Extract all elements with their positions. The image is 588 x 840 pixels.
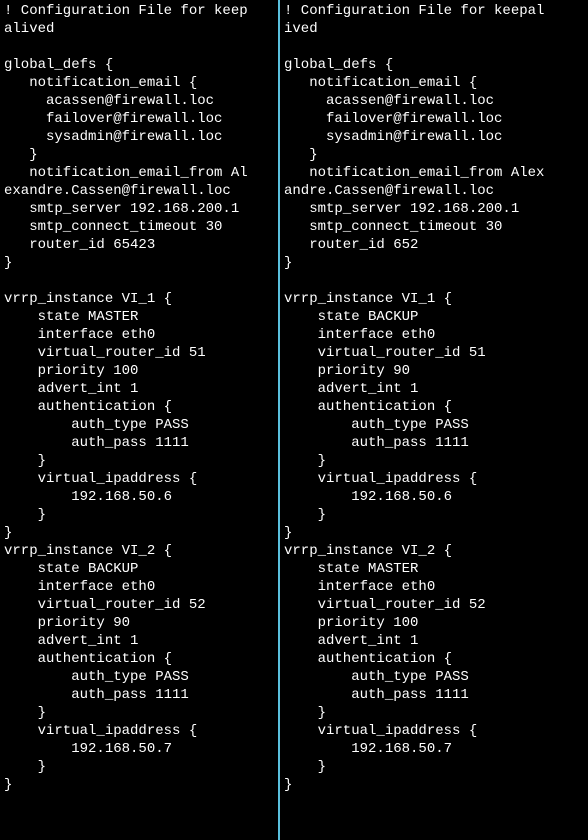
code-line: authentication { — [4, 650, 274, 668]
code-line: alived — [4, 20, 274, 38]
code-line: virtual_router_id 52 — [4, 596, 274, 614]
code-line: virtual_ipaddress { — [4, 722, 274, 740]
code-line: authentication { — [4, 398, 274, 416]
code-line: auth_type PASS — [4, 668, 274, 686]
code-line: } — [4, 452, 274, 470]
code-line: acassen@firewall.loc — [284, 92, 582, 110]
code-line: auth_pass 1111 — [4, 434, 274, 452]
code-line: failover@firewall.loc — [284, 110, 582, 128]
code-line: virtual_ipaddress { — [284, 470, 582, 488]
code-line: state MASTER — [284, 560, 582, 578]
code-line: virtual_router_id 51 — [4, 344, 274, 362]
code-line: interface eth0 — [4, 326, 274, 344]
code-line: authentication { — [284, 398, 582, 416]
code-line: vrrp_instance VI_2 { — [284, 542, 582, 560]
code-line: global_defs { — [284, 56, 582, 74]
code-line: auth_type PASS — [284, 668, 582, 686]
code-line: 192.168.50.6 — [4, 488, 274, 506]
code-line: vrrp_instance VI_1 { — [284, 290, 582, 308]
code-line: notification_email_from Alex — [284, 164, 582, 182]
code-line: } — [284, 254, 582, 272]
code-line: smtp_server 192.168.200.1 — [4, 200, 274, 218]
code-line: virtual_ipaddress { — [284, 722, 582, 740]
code-line: ived — [284, 20, 582, 38]
code-line: notification_email { — [4, 74, 274, 92]
code-line: authentication { — [284, 650, 582, 668]
code-line: state BACKUP — [284, 308, 582, 326]
code-line: ! Configuration File for keepal — [284, 2, 582, 20]
code-line: } — [4, 776, 274, 794]
code-line — [284, 272, 582, 290]
code-line: } — [284, 758, 582, 776]
code-line — [4, 272, 274, 290]
code-line: } — [4, 146, 274, 164]
code-line: priority 90 — [4, 614, 274, 632]
code-line: priority 100 — [284, 614, 582, 632]
code-line: auth_pass 1111 — [284, 434, 582, 452]
code-line: auth_type PASS — [4, 416, 274, 434]
code-line: } — [284, 146, 582, 164]
code-line: advert_int 1 — [4, 632, 274, 650]
code-line: 192.168.50.6 — [284, 488, 582, 506]
code-line: auth_pass 1111 — [4, 686, 274, 704]
code-line: } — [284, 506, 582, 524]
code-line: priority 90 — [284, 362, 582, 380]
diff-split-view: ! Configuration File for keepalived globa… — [0, 0, 588, 840]
code-line: advert_int 1 — [4, 380, 274, 398]
code-line: router_id 65423 — [4, 236, 274, 254]
code-line: interface eth0 — [284, 578, 582, 596]
code-line: state BACKUP — [4, 560, 274, 578]
code-line: router_id 652 — [284, 236, 582, 254]
code-line: sysadmin@firewall.loc — [4, 128, 274, 146]
code-line — [284, 38, 582, 56]
code-line: 192.168.50.7 — [4, 740, 274, 758]
code-line: virtual_router_id 51 — [284, 344, 582, 362]
code-line: advert_int 1 — [284, 632, 582, 650]
code-line: } — [284, 524, 582, 542]
code-line: failover@firewall.loc — [4, 110, 274, 128]
code-line: } — [4, 704, 274, 722]
code-line: sysadmin@firewall.loc — [284, 128, 582, 146]
code-line: } — [4, 758, 274, 776]
code-line: exandre.Cassen@firewall.loc — [4, 182, 274, 200]
right-config-pane[interactable]: ! Configuration File for keepalived globa… — [280, 0, 586, 840]
code-line: } — [4, 254, 274, 272]
code-line: acassen@firewall.loc — [4, 92, 274, 110]
code-line: vrrp_instance VI_2 { — [4, 542, 274, 560]
code-line: notification_email_from Al — [4, 164, 274, 182]
code-line: virtual_router_id 52 — [284, 596, 582, 614]
code-line: } — [4, 524, 274, 542]
code-line: ! Configuration File for keep — [4, 2, 274, 20]
code-line: global_defs { — [4, 56, 274, 74]
code-line: } — [284, 704, 582, 722]
code-line: auth_pass 1111 — [284, 686, 582, 704]
code-line: smtp_server 192.168.200.1 — [284, 200, 582, 218]
code-line: interface eth0 — [4, 578, 274, 596]
code-line: } — [284, 776, 582, 794]
code-line: 192.168.50.7 — [284, 740, 582, 758]
code-line: interface eth0 — [284, 326, 582, 344]
code-line: virtual_ipaddress { — [4, 470, 274, 488]
code-line: auth_type PASS — [284, 416, 582, 434]
code-line: smtp_connect_timeout 30 — [284, 218, 582, 236]
code-line: vrrp_instance VI_1 { — [4, 290, 274, 308]
code-line: state MASTER — [4, 308, 274, 326]
left-config-pane[interactable]: ! Configuration File for keepalived globa… — [0, 0, 280, 840]
code-line: smtp_connect_timeout 30 — [4, 218, 274, 236]
code-line: priority 100 — [4, 362, 274, 380]
code-line — [4, 38, 274, 56]
code-line: } — [284, 452, 582, 470]
code-line: andre.Cassen@firewall.loc — [284, 182, 582, 200]
code-line: advert_int 1 — [284, 380, 582, 398]
code-line: } — [4, 506, 274, 524]
code-line: notification_email { — [284, 74, 582, 92]
